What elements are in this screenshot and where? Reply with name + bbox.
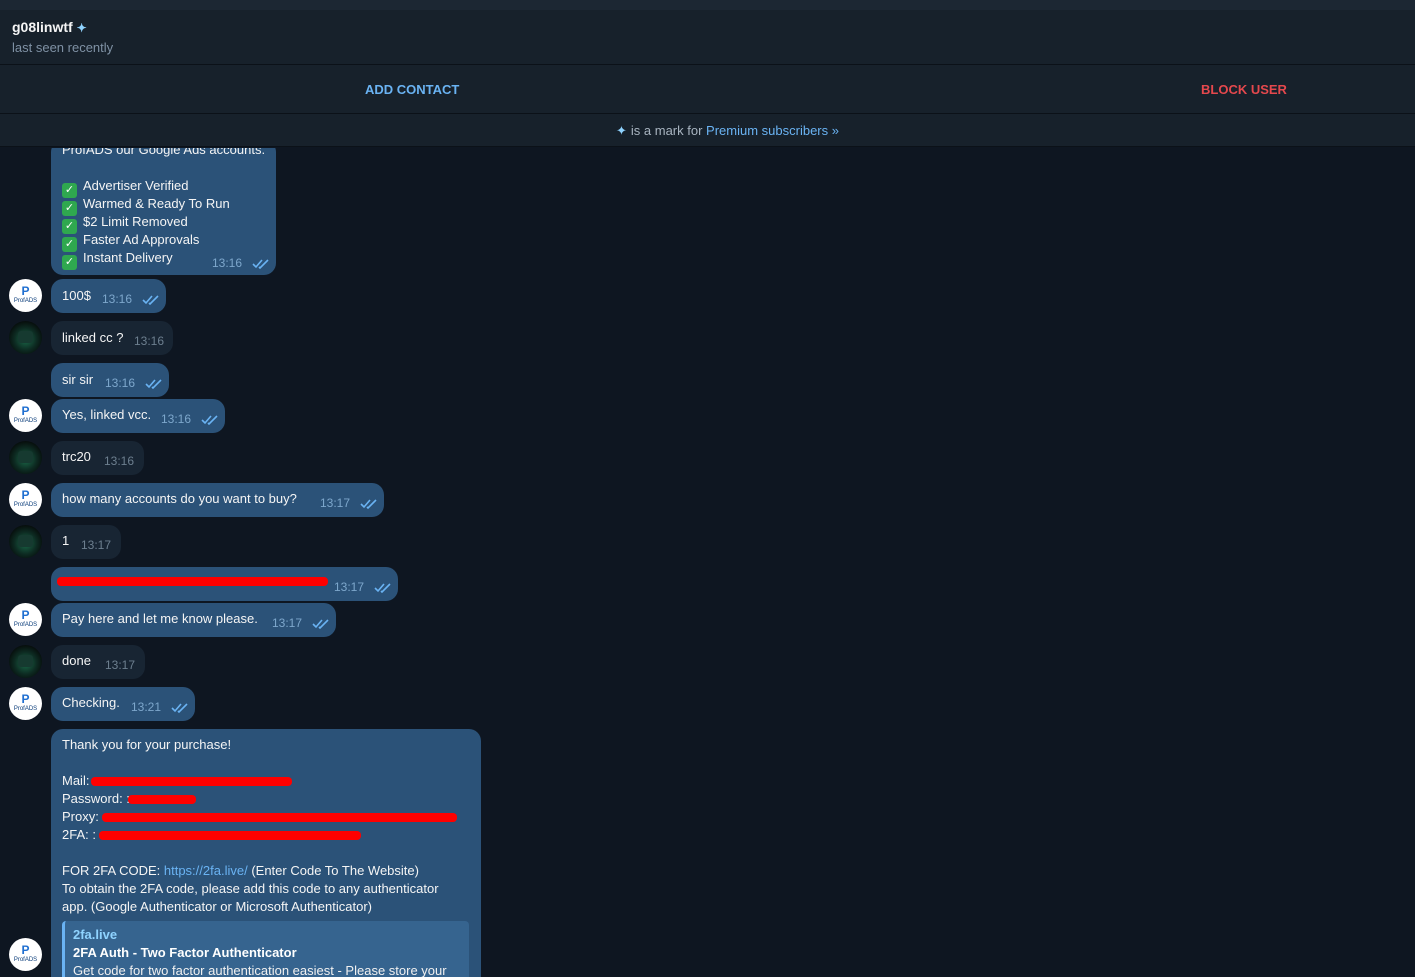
double-check-icon <box>142 295 159 305</box>
message-text: Checking. <box>62 695 120 710</box>
link-preview[interactable]: 2fa.live 2FA Auth - Two Factor Authentic… <box>62 921 469 977</box>
message-list[interactable]: ProfADS our Google Ads accounts. ✓ Advert… <box>0 148 1415 977</box>
user-avatar[interactable] <box>9 441 42 474</box>
premium-star-icon: ✦ <box>616 123 627 138</box>
message-bubble[interactable]: 1 13:17 <box>51 525 121 559</box>
message-bubble[interactable]: Pay here and let me know please. 13:17 <box>51 603 336 637</box>
double-check-icon <box>171 703 188 713</box>
message-text: sir sir <box>62 372 94 387</box>
double-check-icon <box>360 499 377 509</box>
premium-star-icon: ✦ <box>76 21 87 35</box>
message-text: done <box>62 653 91 668</box>
check-mark-icon: ✓ <box>62 255 77 270</box>
message-text: Yes, linked vcc. <box>62 407 152 422</box>
message-time: 13:16 <box>212 256 243 270</box>
message-bubble-redacted[interactable]: 13:17 <box>51 567 398 601</box>
message-bubble[interactable]: Checking. 13:21 <box>51 687 195 721</box>
message-time: 13:17 <box>272 616 303 630</box>
profads-avatar[interactable]: P ProfADS <box>9 938 42 971</box>
double-check-icon <box>145 379 162 389</box>
message-bubble[interactable]: how many accounts do you want to buy? 13… <box>51 483 384 517</box>
feature-item: ✓ Advertiser Verified <box>62 178 189 198</box>
premium-info-bar: ✦ is a mark for Premium subscribers » <box>0 114 1415 147</box>
profads-avatar[interactable]: P ProfADS <box>9 603 42 636</box>
message-time: 13:16 <box>105 376 136 390</box>
proxy-label: Proxy: <box>62 809 99 824</box>
message-text: 1 <box>62 533 70 548</box>
password-label: Password: : <box>62 791 130 806</box>
twofa-live-link[interactable]: https://2fa.live/ <box>164 863 248 878</box>
message-bubble[interactable]: 100$ 13:16 <box>51 279 166 313</box>
user-avatar[interactable] <box>9 525 42 558</box>
contact-name[interactable]: g08linwtf ✦ <box>12 19 87 35</box>
message-time: 13:17 <box>81 538 112 552</box>
message-time: 13:16 <box>161 412 192 426</box>
double-check-icon <box>374 583 391 593</box>
message-text: trc20 <box>62 449 91 464</box>
double-check-icon <box>252 259 269 269</box>
purchase-message-bubble[interactable]: Thank you for your purchase! Mail: Passw… <box>51 729 481 977</box>
message-text: Pay here and let me know please. <box>62 611 258 626</box>
twofa-code-line: FOR 2FA CODE: https://2fa.live/ (Enter C… <box>62 863 419 878</box>
profads-avatar[interactable]: P ProfADS <box>9 687 42 720</box>
twofa-label: 2FA: : <box>62 827 96 842</box>
message-bubble[interactable]: sir sir 13:16 <box>51 363 169 397</box>
user-avatar[interactable] <box>9 645 42 678</box>
message-bubble[interactable]: linked cc ? 13:16 <box>51 321 173 355</box>
message-text: 100$ <box>62 288 91 303</box>
message-time: 13:17 <box>105 658 136 672</box>
message-bubble[interactable]: done 13:17 <box>51 645 145 679</box>
add-contact-button[interactable]: ADD CONTACT <box>365 82 459 97</box>
message-text: linked cc ? <box>62 330 124 345</box>
redaction-mark <box>128 795 196 804</box>
message-bubble[interactable]: ProfADS our Google Ads accounts. ✓ Advert… <box>51 148 276 275</box>
feature-item: ✓ $2 Limit Removed <box>62 214 188 234</box>
profads-avatar[interactable]: P ProfADS <box>9 483 42 516</box>
redaction-mark <box>91 777 292 786</box>
message-time: 13:16 <box>104 454 135 468</box>
user-avatar[interactable] <box>9 321 42 354</box>
block-user-button[interactable]: BLOCK USER <box>1201 82 1287 97</box>
redaction-mark <box>102 813 457 822</box>
message-bubble[interactable]: trc20 13:16 <box>51 441 144 475</box>
message-text: To obtain the 2FA code, please add this … <box>62 881 439 896</box>
mail-label: Mail: <box>62 773 90 788</box>
contact-status: last seen recently <box>12 40 114 55</box>
message-time: 13:17 <box>334 580 365 594</box>
contact-action-bar: ADD CONTACT BLOCK USER <box>0 65 1415 114</box>
feature-item: ✓ Instant Delivery <box>62 250 173 270</box>
message-text: ProfADS our Google Ads accounts. <box>62 148 266 157</box>
feature-item: ✓ Faster Ad Approvals <box>62 232 199 252</box>
redaction-mark <box>99 831 361 840</box>
message-text: Thank you for your purchase! <box>62 737 232 752</box>
message-time: 13:17 <box>320 496 351 510</box>
feature-item: ✓ Warmed & Ready To Run <box>62 196 230 216</box>
contact-name-text: g08linwtf <box>12 19 73 35</box>
message-bubble[interactable]: Yes, linked vcc. 13:16 <box>51 399 225 433</box>
profads-avatar[interactable]: P ProfADS <box>9 279 42 312</box>
message-time: 13:21 <box>131 700 162 714</box>
preview-site-name: 2fa.live <box>73 927 118 942</box>
redaction-mark <box>57 577 328 586</box>
message-time: 13:16 <box>102 292 133 306</box>
preview-description: Get code for two factor authentication e… <box>73 963 447 977</box>
premium-mark-text: is a mark for <box>630 123 703 138</box>
message-text: app. (Google Authenticator or Microsoft … <box>62 899 373 914</box>
profads-avatar[interactable]: P ProfADS <box>9 399 42 432</box>
premium-subscribers-link[interactable]: Premium subscribers » <box>706 123 839 138</box>
double-check-icon <box>312 619 329 629</box>
window-top-strip <box>0 0 1415 10</box>
message-time: 13:16 <box>134 334 165 348</box>
preview-title: 2FA Auth - Two Factor Authenticator <box>73 945 297 960</box>
message-text: how many accounts do you want to buy? <box>62 491 297 506</box>
chat-header[interactable]: g08linwtf ✦ last seen recently <box>0 10 1415 65</box>
double-check-icon <box>201 415 218 425</box>
